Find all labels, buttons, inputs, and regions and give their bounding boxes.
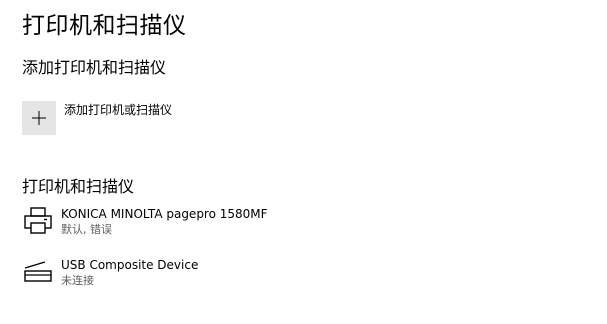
add-tile[interactable]: [22, 101, 56, 135]
add-printer-label[interactable]: 添加打印机或扫描仪: [64, 101, 172, 118]
devices-section-heading: 打印机和扫描仪: [22, 177, 135, 196]
plus-icon: [32, 111, 46, 125]
device-name: KONICA MINOLTA pagepro 1580MF: [61, 207, 268, 221]
device-item-scanner[interactable]: USB Composite Device 未连接: [22, 256, 198, 288]
device-name: USB Composite Device: [61, 258, 199, 272]
device-status: 未连接: [61, 274, 94, 287]
printer-icon: [24, 207, 52, 234]
add-section-heading: 添加打印机和扫描仪: [22, 58, 167, 77]
scanner-icon: [24, 261, 52, 282]
add-printer-or-scanner-button[interactable]: 添加打印机或扫描仪: [22, 101, 172, 135]
device-status: 默认, 错误: [61, 223, 112, 236]
page-title: 打印机和扫描仪: [22, 13, 187, 39]
device-item-printer[interactable]: KONICA MINOLTA pagepro 1580MF 默认, 错误: [22, 205, 268, 237]
